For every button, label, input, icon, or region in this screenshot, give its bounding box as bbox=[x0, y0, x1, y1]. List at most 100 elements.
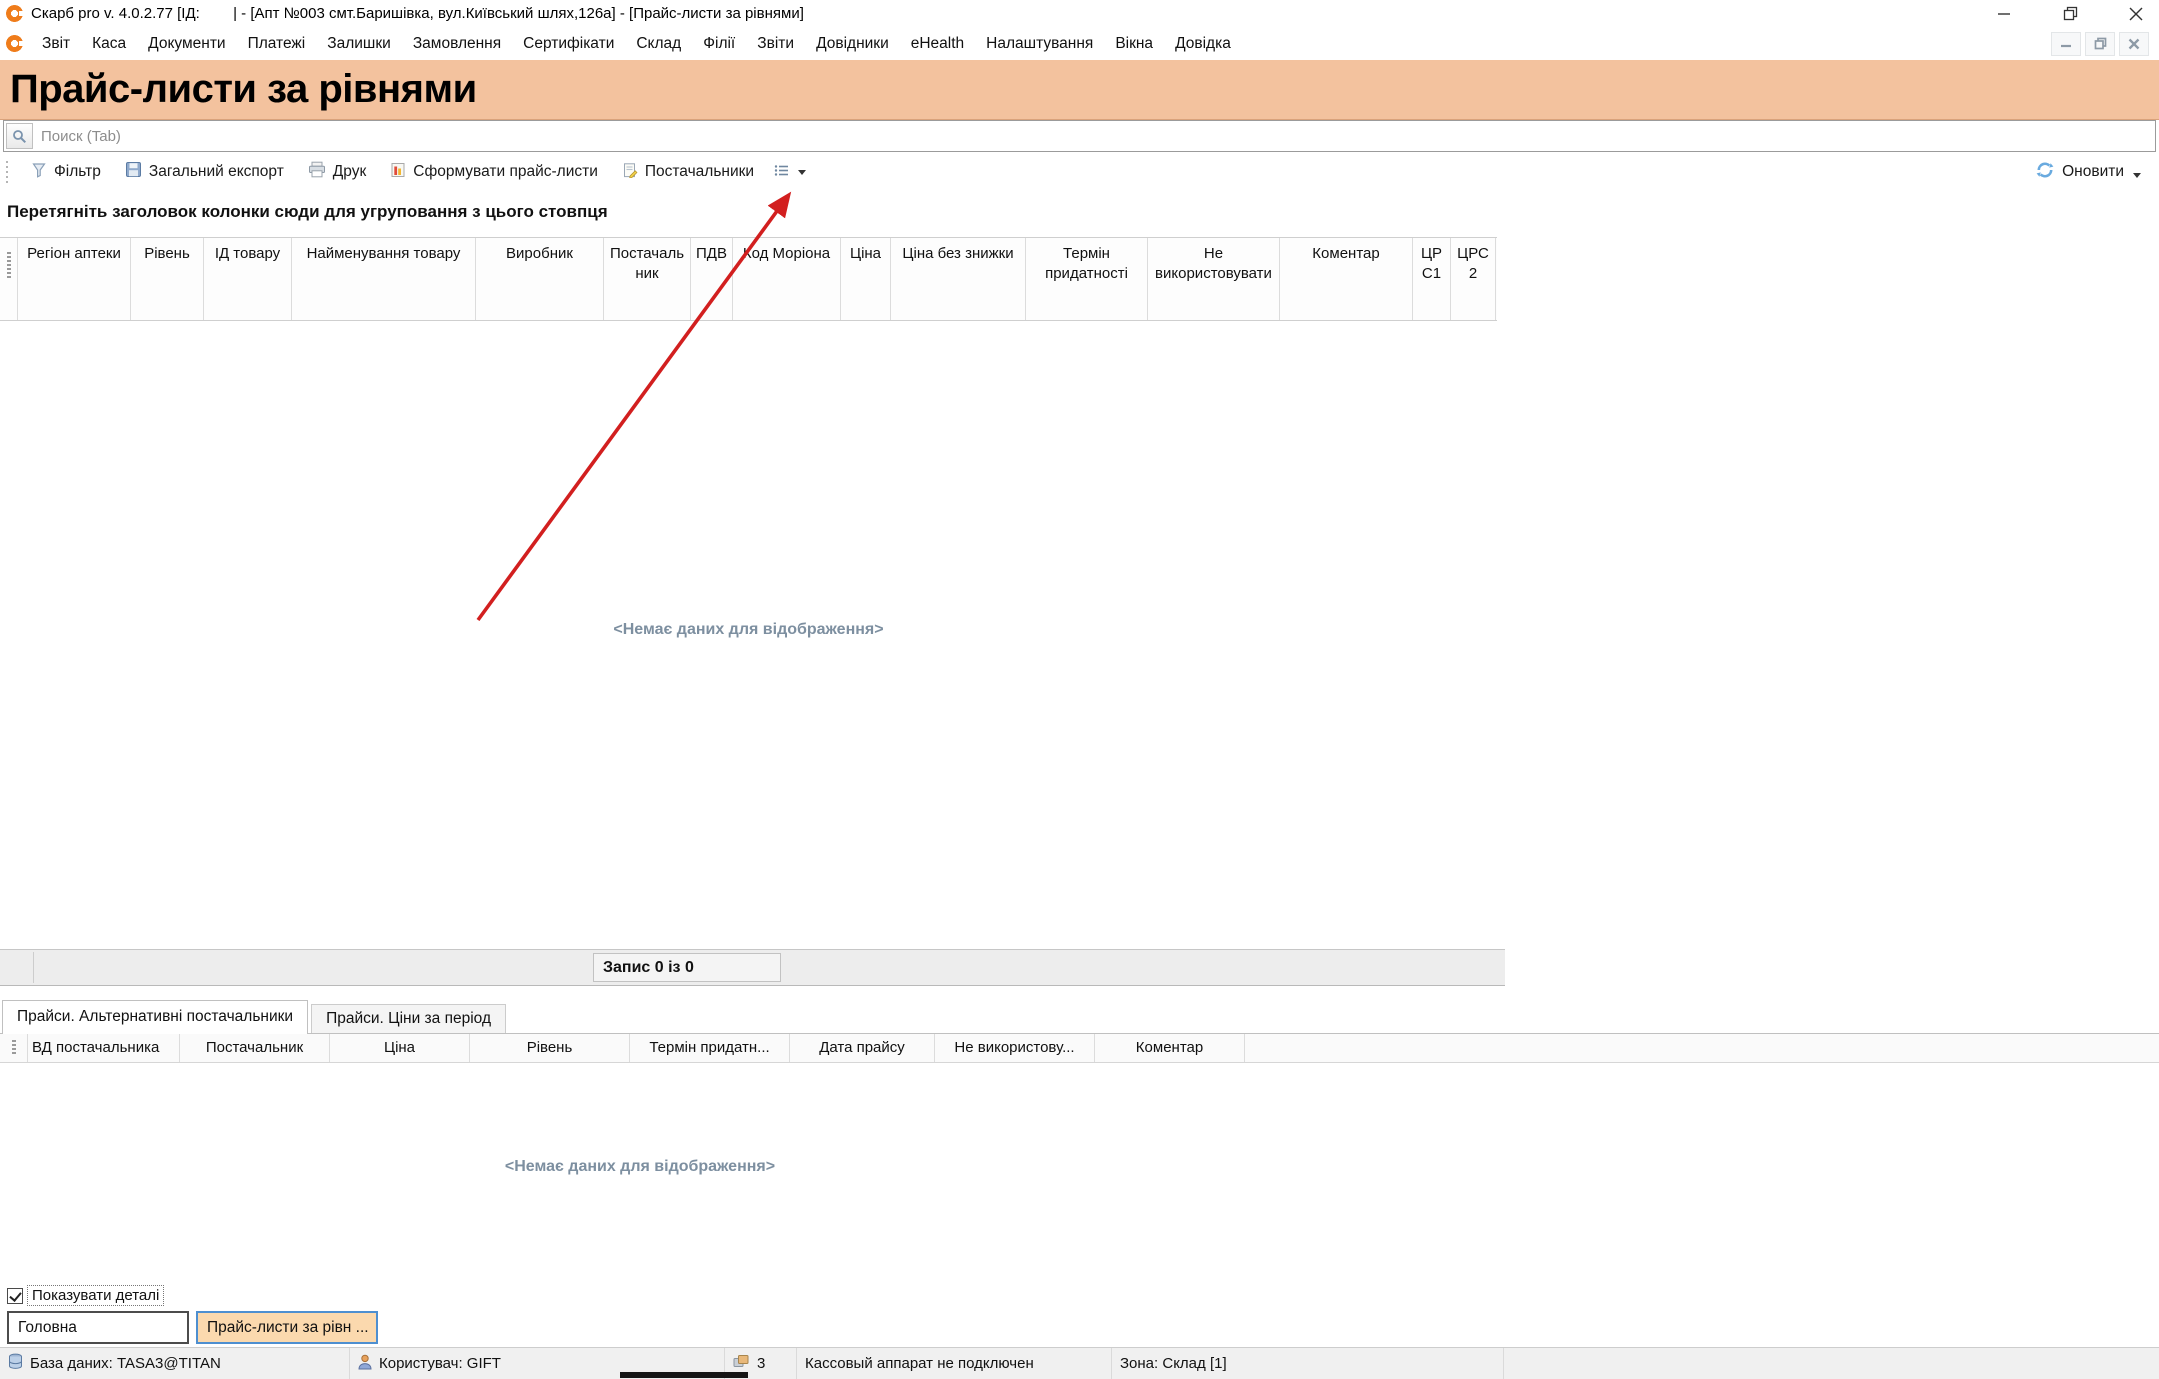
print-button[interactable]: Друк bbox=[304, 158, 370, 186]
menu-item[interactable]: Налаштування bbox=[975, 31, 1104, 57]
column-header[interactable]: Ціна bbox=[841, 238, 891, 320]
menu-item[interactable]: Замовлення bbox=[402, 31, 512, 57]
restore-button[interactable] bbox=[2057, 3, 2083, 25]
search-bar bbox=[3, 120, 2156, 152]
column-header[interactable]: Рівень bbox=[131, 238, 204, 320]
zone-label: Зона: Склад [1] bbox=[1120, 1355, 1227, 1372]
counter-value: 3 bbox=[757, 1355, 765, 1372]
empty-state-text: <Немає даних для відображення> bbox=[0, 621, 1497, 639]
printer-icon bbox=[308, 161, 326, 183]
database-label: База даних: TASA3@TITAN bbox=[30, 1355, 221, 1372]
window-tab-price-lists[interactable]: Прайс-листи за рівн ... bbox=[196, 1311, 378, 1344]
column-header[interactable]: Ціна bbox=[330, 1034, 470, 1062]
menu-item[interactable]: Довідники bbox=[805, 31, 900, 57]
detail-tabs: Прайси. Альтернативні постачальники Прай… bbox=[0, 999, 2159, 1034]
menu-item[interactable]: Звіти bbox=[746, 31, 805, 57]
main-grid: Регіон аптекиРівеньІД товаруНайменування… bbox=[0, 237, 1497, 949]
menu-item[interactable]: Вікна bbox=[1104, 31, 1164, 57]
chevron-down-icon bbox=[798, 170, 806, 175]
column-header[interactable]: Коментар bbox=[1095, 1034, 1245, 1062]
grip-dots-icon bbox=[7, 252, 11, 278]
menu-item[interactable]: Філії bbox=[692, 31, 746, 57]
filter-icon bbox=[31, 162, 47, 183]
column-header[interactable]: Не використовувати bbox=[1148, 238, 1280, 320]
close-button[interactable] bbox=[2123, 3, 2149, 25]
detail-grid-header: ВД постачальникаПостачальникЦінаРівеньТе… bbox=[0, 1034, 2159, 1063]
filter-button[interactable]: Фільтр bbox=[27, 159, 105, 186]
show-details-row: Показувати деталі bbox=[0, 1283, 2159, 1308]
column-header[interactable]: Коментар bbox=[1280, 238, 1413, 320]
group-by-hint: Перетягніть заголовок колонки сюди для у… bbox=[7, 202, 608, 221]
menu-item[interactable]: eHealth bbox=[900, 31, 975, 57]
mdi-close-button[interactable] bbox=[2119, 32, 2149, 56]
menu-item[interactable]: Довідка bbox=[1164, 31, 1242, 57]
empty-state-text: <Немає даних для відображення> bbox=[0, 1158, 1280, 1176]
app-logo-icon bbox=[6, 35, 23, 52]
tab-alt-suppliers[interactable]: Прайси. Альтернативні постачальники bbox=[2, 1000, 308, 1034]
app-logo-icon bbox=[6, 5, 23, 22]
search-icon[interactable] bbox=[6, 123, 33, 149]
menu-item[interactable]: Залишки bbox=[316, 31, 402, 57]
titlebar: Скарб pro v. 4.0.2.77 [ІД: | - [Апт №003… bbox=[0, 0, 2159, 27]
save-disk-icon bbox=[125, 161, 142, 183]
refresh-button[interactable]: Оновити bbox=[2031, 157, 2145, 188]
column-header[interactable]: ЦРС2 bbox=[1451, 238, 1496, 320]
menu-item[interactable]: Каса bbox=[81, 31, 137, 57]
column-header[interactable]: ПДВ bbox=[691, 238, 733, 320]
menu-item[interactable]: Документи bbox=[137, 31, 236, 57]
chevron-down-icon bbox=[2133, 173, 2141, 178]
menu-item[interactable]: Платежі bbox=[237, 31, 317, 57]
menu-item[interactable]: Сертифікати bbox=[512, 31, 625, 57]
column-header[interactable]: ІД товару bbox=[204, 238, 292, 320]
show-details-label: Показувати деталі bbox=[28, 1286, 163, 1305]
column-header[interactable]: Рівень bbox=[470, 1034, 630, 1062]
minimize-button[interactable] bbox=[1991, 3, 2017, 25]
column-header[interactable]: Термін придатн... bbox=[630, 1034, 790, 1062]
database-icon bbox=[8, 1353, 23, 1374]
column-header[interactable]: Регіон аптеки bbox=[18, 238, 131, 320]
column-header[interactable]: Виробник bbox=[476, 238, 604, 320]
main-grid-body[interactable]: <Немає даних для відображення> bbox=[0, 321, 1497, 949]
page-title: Прайс-листи за рівнями bbox=[10, 67, 477, 112]
splitter[interactable] bbox=[0, 986, 2159, 999]
column-header[interactable]: Постачальник bbox=[180, 1034, 330, 1062]
user-icon bbox=[358, 1354, 372, 1374]
column-header[interactable]: ЦРС1 bbox=[1413, 238, 1451, 320]
show-details-checkbox[interactable] bbox=[7, 1288, 23, 1304]
search-input[interactable] bbox=[35, 128, 2155, 145]
menu-item[interactable]: Склад bbox=[625, 31, 692, 57]
group-by-bar[interactable]: Перетягніть заголовок колонки сюди для у… bbox=[0, 192, 2159, 237]
column-header[interactable]: ВД постачальника bbox=[28, 1034, 180, 1062]
column-header[interactable]: Дата прайсу bbox=[790, 1034, 935, 1062]
mdi-minimize-button[interactable] bbox=[2051, 32, 2081, 56]
taskbar-peek bbox=[620, 1372, 748, 1378]
mdi-restore-button[interactable] bbox=[2085, 32, 2115, 56]
mdi-window-controls bbox=[2051, 32, 2153, 56]
row-selector-header bbox=[0, 1034, 28, 1062]
column-header[interactable]: Не використову... bbox=[935, 1034, 1095, 1062]
user-label: Користувач: GIFT bbox=[379, 1355, 501, 1372]
toolbar-grip[interactable] bbox=[6, 161, 11, 183]
main-grid-header: Регіон аптекиРівеньІД товаруНайменування… bbox=[0, 238, 1497, 321]
suppliers-button[interactable]: Постачальники bbox=[618, 159, 758, 186]
window-tab-home[interactable]: Головна bbox=[7, 1311, 189, 1344]
column-list-dropdown[interactable] bbox=[774, 164, 806, 181]
column-header[interactable]: Постачальник bbox=[604, 238, 691, 320]
column-header[interactable]: Код Моріона bbox=[733, 238, 841, 320]
menubar: ЗвітКасаДокументиПлатежіЗалишкиЗамовленн… bbox=[0, 27, 2159, 60]
pricelist-chart-icon bbox=[390, 162, 406, 183]
column-header[interactable]: Термін придатності bbox=[1026, 238, 1148, 320]
record-count: Запис 0 із 0 bbox=[593, 953, 781, 982]
cash-register-status: Кассовый аппарат не подключен bbox=[805, 1355, 1034, 1372]
menu-item[interactable]: Звіт bbox=[31, 31, 81, 57]
generate-pricelists-button[interactable]: Сформувати прайс-листи bbox=[386, 159, 602, 186]
column-header[interactable]: Ціна без знижки bbox=[891, 238, 1026, 320]
tab-prices-period[interactable]: Прайси. Ціни за період bbox=[311, 1004, 506, 1033]
column-header[interactable]: Найменування товару bbox=[292, 238, 476, 320]
list-icon bbox=[774, 164, 789, 181]
export-button[interactable]: Загальний експорт bbox=[121, 158, 288, 186]
refresh-icon bbox=[2035, 160, 2055, 185]
detail-grid-body[interactable]: <Немає даних для відображення> bbox=[0, 1063, 2159, 1283]
record-count-bar: Запис 0 із 0 bbox=[0, 949, 1505, 986]
counter-icon bbox=[733, 1354, 750, 1373]
